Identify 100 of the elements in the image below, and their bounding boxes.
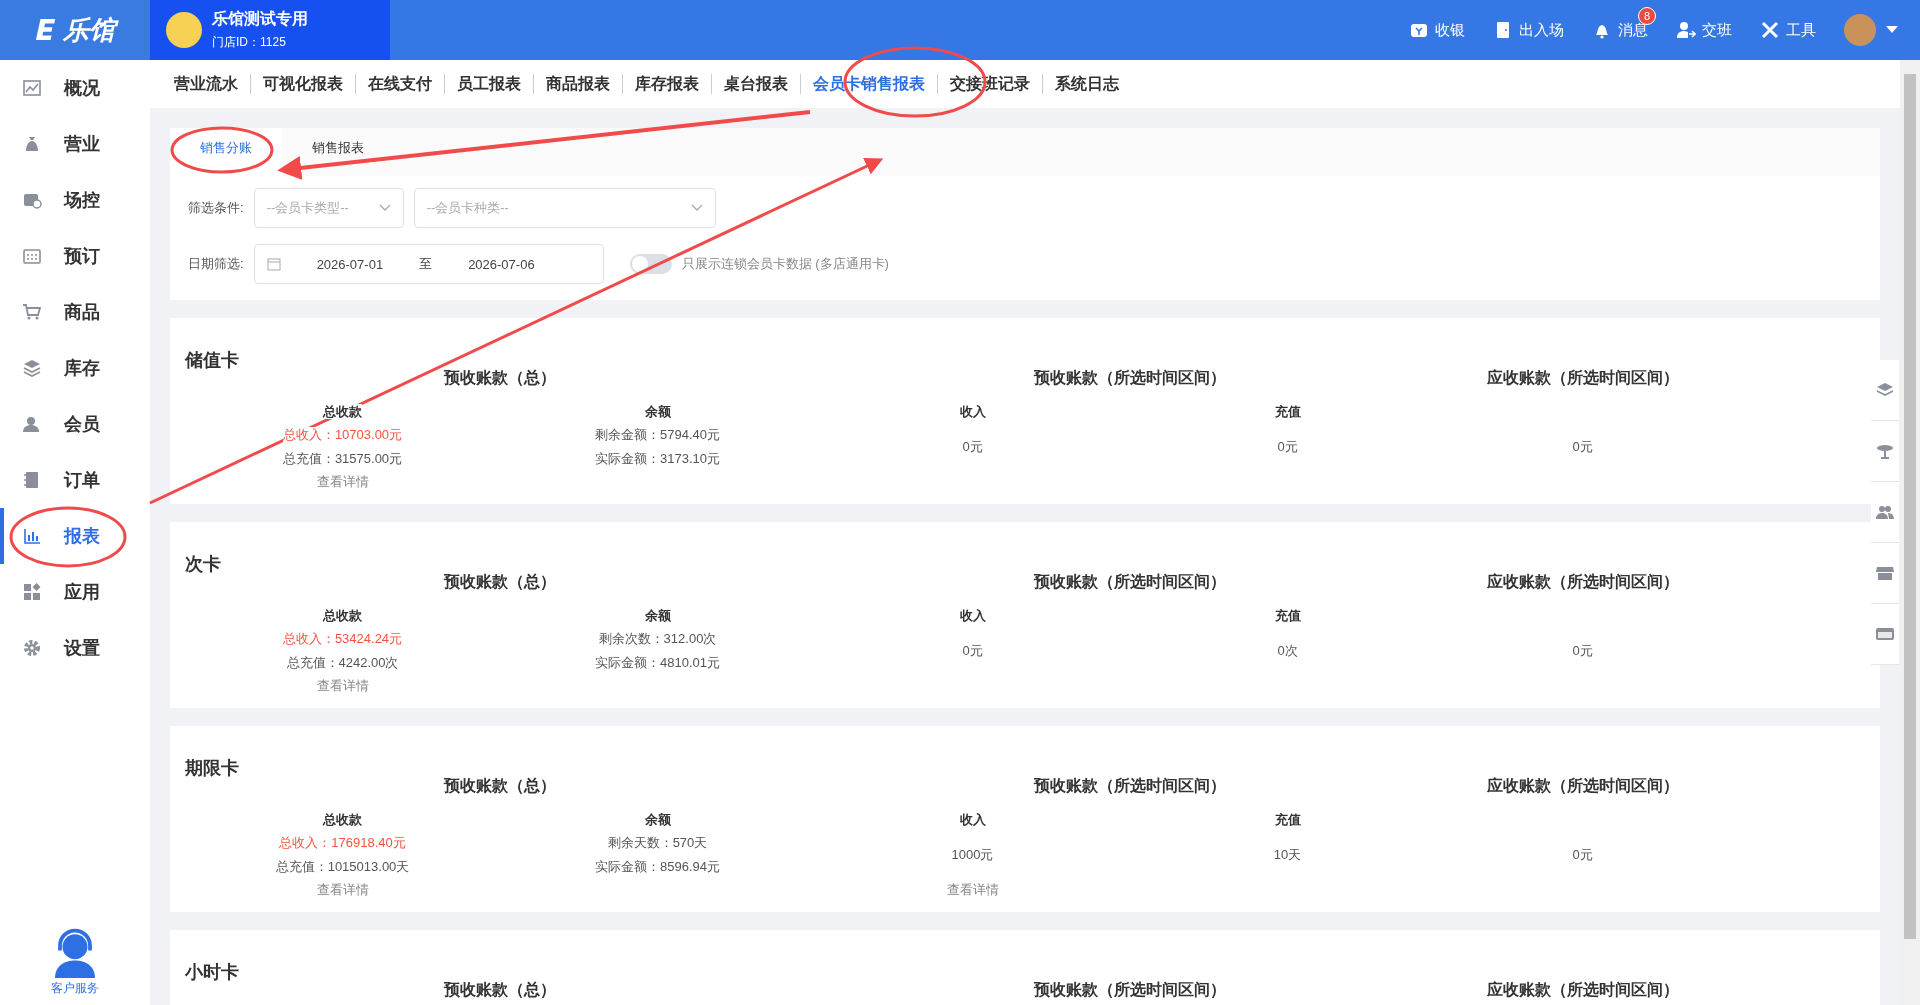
user-icon [22,414,42,434]
value-text: 总收入：10703.00元 [282,427,403,442]
report-tab[interactable]: 营业流水 [162,74,251,94]
section-title: 小时卡 [185,961,240,984]
column-heading: 余额 [644,812,671,827]
report-tab[interactable]: 系统日志 [1043,74,1131,94]
report-tab[interactable]: 库存报表 [623,74,712,94]
store-name: 乐馆测试专用 [212,9,308,29]
chevron-icon [690,204,703,212]
column-heading: 充值 [1274,608,1301,623]
value-text: 总充值：31575.00元 [282,451,403,466]
value-text: 总充值：1015013.00天 [275,859,410,874]
sidebar-item[interactable]: 会员 [0,396,150,452]
group-heading: 预收账款（总） [442,980,557,1000]
group-heading: 应收账款（所选时间区间） [1485,368,1680,388]
column-heading: 收入 [959,404,986,419]
layers-icon [22,358,42,378]
value-text: 0元 [962,439,983,454]
toolbar-button[interactable]: 工具 [1760,20,1816,40]
section-title: 期限卡 [185,757,240,780]
value-text: 实际金额：4810.01元 [595,655,720,670]
toolbar-button[interactable]: 出入场 [1493,20,1564,40]
sidebar-item[interactable]: 报表 [0,508,150,564]
section-title: 储值卡 [185,349,240,372]
details-link[interactable]: 查看详情 [316,678,369,693]
value-text: 总收入：176918.40元 [279,835,406,850]
sidebar-item[interactable]: 库存 [0,340,150,396]
report-tab[interactable]: 可视化报表 [251,74,356,94]
value-text: 0元 [1277,439,1298,454]
value-text: 剩余次数：312.00次 [598,631,717,646]
store-id: 门店ID：1125 [212,34,287,51]
toolbar-button[interactable]: 收银 [1409,20,1465,40]
sidebar-item[interactable]: 应用 [0,564,150,620]
support-button[interactable]: 客户服务 [0,928,150,1005]
scrollbar[interactable] [1900,60,1920,1005]
group-heading: 预收账款（总） [442,776,557,796]
column-heading: 总收款 [323,812,362,827]
chevron-icon [378,204,391,212]
group-heading: 应收账款（所选时间区间） [1485,980,1680,1000]
column-heading: 充值 [1274,812,1301,827]
column-heading: 余额 [644,608,671,623]
sidebar-item[interactable]: 场控 [0,172,150,228]
sidebar-item[interactable]: 预订 [0,228,150,284]
column-heading: 充值 [1274,404,1301,419]
date-label: 日期筛选: [188,255,244,273]
cart-icon [22,302,42,322]
value-text: 10天 [1273,847,1302,862]
group-heading: 应收账款（所选时间区间） [1485,572,1680,592]
user-swap-icon [1676,20,1696,40]
value-text: 剩余金额：5794.40元 [595,427,720,442]
value-text: 0元 [1572,643,1593,658]
group-heading: 预收账款（所选时间区间） [1032,980,1227,1000]
value-text: 剩余天数：570天 [607,835,708,850]
value-text: 实际金额：8596.94元 [595,859,720,874]
line-chart-icon [22,78,42,98]
section-title: 次卡 [185,553,222,576]
details-link[interactable]: 查看详情 [316,474,369,489]
calendar-icon [22,246,42,266]
sidebar-item[interactable]: 营业 [0,116,150,172]
value-text: 总充值：4242.00次 [286,655,399,670]
column-heading: 总收款 [323,608,362,623]
sidebar-item[interactable]: 商品 [0,284,150,340]
column-heading: 收入 [959,608,986,623]
report-tab[interactable]: 桌台报表 [712,74,801,94]
settings-icon [22,638,42,658]
details-link[interactable]: 查看详情 [946,882,999,897]
caret-icon[interactable] [1886,26,1898,34]
bar-chart-icon [22,526,42,546]
group-heading: 应收账款（所选时间区间） [1485,776,1680,796]
value-text: 1000元 [951,847,994,862]
report-tab[interactable]: 在线支付 [356,74,445,94]
value-text: 0元 [1572,847,1593,862]
group-heading: 预收账款（所选时间区间） [1032,572,1227,592]
group-heading: 预收账款（所选时间区间） [1032,776,1227,796]
sidebar-item[interactable]: 订单 [0,452,150,508]
apps-icon [22,582,42,602]
toggle-label: 只展示连锁会员卡数据 (多店通用卡) [681,255,889,273]
sidebar-item[interactable]: 概况 [0,60,150,116]
tools-icon [1760,20,1780,40]
store-avatar [166,12,202,48]
logo-icon [35,17,57,43]
column-heading: 收入 [959,812,986,827]
toolbar-button[interactable]: 交班 [1676,20,1732,40]
report-tab[interactable]: 商品报表 [534,74,623,94]
column-heading: 总收款 [323,404,362,419]
group-heading: 预收账款（所选时间区间） [1032,368,1227,388]
report-tab[interactable]: 员工报表 [445,74,534,94]
group-heading: 预收账款（总） [442,572,557,592]
column-heading: 余额 [644,404,671,419]
value-text: 0次 [1277,643,1298,658]
group-heading: 预收账款（总） [442,368,557,388]
details-link[interactable]: 查看详情 [316,882,369,897]
date-range-field[interactable]: 2026-07-01 至 2026-07-06 [253,244,604,284]
filter-label: 筛选条件: [188,199,244,217]
value-text: 总收入：53424.24元 [282,631,403,646]
sidebar-item[interactable]: 设置 [0,620,150,676]
value-text: 0元 [1572,439,1593,454]
value-text: 0元 [962,643,983,658]
calendar-icon [266,257,281,271]
value-text: 实际金额：3173.10元 [595,451,720,466]
